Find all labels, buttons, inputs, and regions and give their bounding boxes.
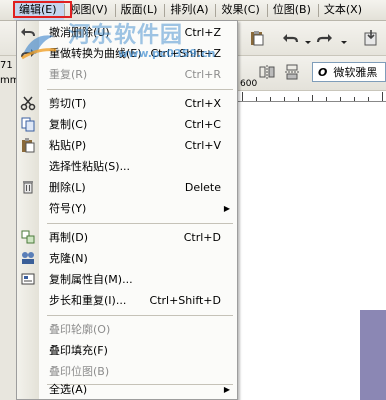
menu-item-label: 符号(Y): [49, 202, 87, 215]
menu-item-label: 复制属性自(M)...: [49, 273, 133, 286]
duplicate-icon: [20, 229, 36, 245]
submenu-arrow-icon: ▶: [223, 385, 230, 394]
menu-item-label: 叠印轮廓(O): [49, 323, 111, 336]
menu-item-symbol[interactable]: 符号(Y) ▶: [17, 198, 237, 219]
menu-item-shortcut: Ctrl+R: [184, 68, 221, 81]
menu-item-shortcut: Ctrl+X: [184, 97, 221, 110]
copy-icon: [20, 116, 36, 132]
mirror-horizontal-icon[interactable]: [258, 63, 276, 81]
menu-item-label: 复制(C): [49, 118, 88, 131]
page-shadow: [360, 310, 386, 400]
ruler-tick: [256, 97, 257, 101]
menu-item-label: 克隆(N): [49, 252, 88, 265]
menu-item-label: 全选(A): [49, 383, 88, 396]
menu-item-delete[interactable]: 删除(L) Delete: [17, 177, 237, 198]
menu-item-label: 剪切(T): [49, 97, 87, 110]
menu-item-label: 叠印填充(F): [49, 344, 108, 357]
menu-item-overprint-outline[interactable]: 叠印轮廓(O): [17, 319, 237, 340]
menu-separator: [47, 223, 233, 224]
ruler-tick: [326, 97, 327, 101]
left-edge-panel: [0, 56, 17, 400]
menu-item-repeat[interactable]: 重复(R) Ctrl+R: [17, 64, 237, 85]
watermark-logo-icon: [20, 30, 60, 65]
menu-item-shortcut: Ctrl+D: [183, 231, 221, 244]
menu-item-clone[interactable]: 克隆(N): [17, 248, 237, 269]
ruler-tick: [382, 92, 383, 101]
paste-icon: [20, 137, 36, 153]
horizontal-ruler[interactable]: [236, 91, 386, 102]
menu-item-paste[interactable]: 粘贴(P) Ctrl+V: [17, 135, 237, 156]
submenu-arrow-icon: ▶: [223, 204, 230, 213]
chevron-down-icon[interactable]: [299, 34, 311, 52]
redo-icon[interactable]: [316, 29, 334, 47]
trash-icon: [20, 179, 36, 195]
menu-item-label: 再制(D): [49, 231, 89, 244]
ruler-tick: [284, 97, 285, 101]
menu-item-overprint-fill[interactable]: 叠印填充(F): [17, 340, 237, 361]
import-icon[interactable]: [362, 29, 380, 47]
menu-item-shortcut: Ctrl+Z: [184, 26, 221, 39]
ruler-tick: [340, 97, 341, 101]
menu-item-copy-properties[interactable]: 复制属性自(M)...: [17, 269, 237, 290]
watermark-url: www.pc0359.cn: [118, 47, 216, 60]
watermark-text: 河东软件园: [68, 23, 184, 48]
menu-edit[interactable]: 编辑(E): [14, 0, 64, 20]
ruler-tick: [354, 97, 355, 101]
menu-separator: [47, 315, 233, 316]
ruler-label: 600: [240, 79, 258, 89]
menu-effects[interactable]: 效果(C): [216, 0, 266, 20]
menu-item-label: 选择性粘贴(S)...: [49, 160, 131, 173]
menu-text[interactable]: 文本(X): [319, 0, 369, 20]
menu-item-step-repeat[interactable]: 步长和重复(I)... Ctrl+Shift+D: [17, 290, 237, 311]
ruler-tick: [270, 97, 271, 101]
scissors-icon: [20, 95, 36, 111]
menu-item-select-all[interactable]: 全选(A) ▶: [17, 379, 237, 400]
menu-item-shortcut: Ctrl+Shift+D: [149, 294, 221, 307]
menu-item-shortcut: Delete: [184, 181, 221, 194]
edit-menu-dropdown: 撤消删除(U) Ctrl+Z 重做转换为曲线(E) Ctrl+Shift+Z 重…: [16, 20, 238, 400]
undo-icon[interactable]: [281, 29, 299, 47]
ruler-tick: [242, 92, 243, 101]
menubar-spacer: [0, 0, 14, 20]
clone-icon: [20, 250, 36, 266]
font-name-select[interactable]: O 微软雅黑: [312, 62, 386, 82]
opentype-font-icon: O: [318, 65, 328, 79]
menu-item-label: 删除(L): [49, 181, 86, 194]
ruler-tick: [368, 97, 369, 101]
ruler-tick: [312, 95, 313, 101]
copy-properties-icon: [20, 271, 36, 287]
chevron-down-icon[interactable]: [335, 34, 347, 52]
menu-item-paste-special[interactable]: 选择性粘贴(S)...: [17, 156, 237, 177]
font-name-value: 微软雅黑: [333, 66, 378, 79]
menu-separator: [47, 89, 233, 90]
menu-item-label: 步长和重复(I)...: [49, 294, 127, 307]
menu-item-shortcut: Ctrl+V: [184, 139, 221, 152]
menu-item-copy[interactable]: 复制(C) Ctrl+C: [17, 114, 237, 135]
menu-item-label: 粘贴(P): [49, 139, 87, 152]
menu-bar: 编辑(E) 视图(V) 版面(L) 排列(A) 效果(C) 位图(B) 文本(X…: [0, 0, 386, 21]
menu-item-label: 重复(R): [49, 68, 88, 81]
mirror-vertical-icon[interactable]: [283, 63, 301, 81]
paste-icon[interactable]: [248, 29, 266, 47]
menu-item-shortcut: Ctrl+C: [184, 118, 221, 131]
menu-item-cut[interactable]: 剪切(T) Ctrl+X: [17, 93, 237, 114]
menu-bitmaps[interactable]: 位图(B): [268, 0, 318, 20]
ruler-tick: [298, 97, 299, 101]
menu-item-duplicate[interactable]: 再制(D) Ctrl+D: [17, 227, 237, 248]
